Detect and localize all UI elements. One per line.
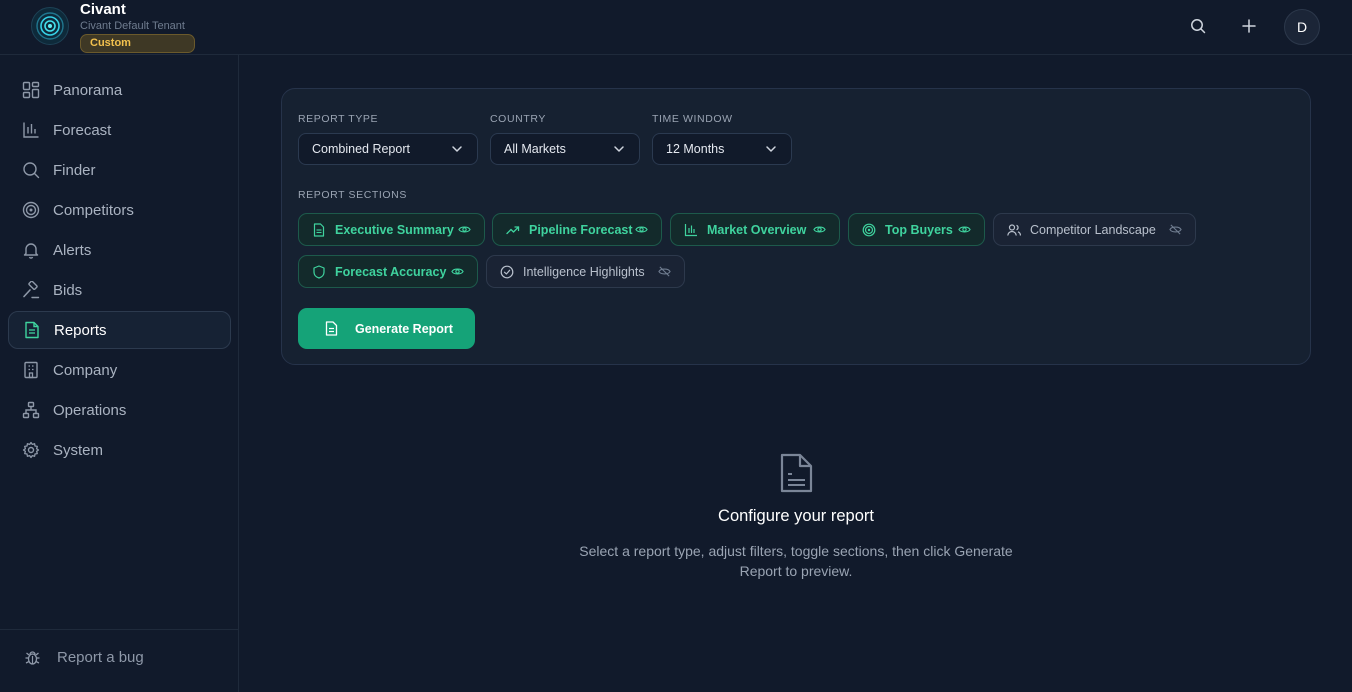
sidebar-item-label: Competitors bbox=[53, 201, 134, 219]
sidebar-item-company[interactable]: Company bbox=[8, 351, 231, 389]
section-label: Intelligence Highlights bbox=[523, 264, 645, 279]
section-toggle-top-buyers[interactable]: Top Buyers bbox=[848, 213, 985, 246]
sidebar-item-competitors[interactable]: Competitors bbox=[8, 191, 231, 229]
building-icon bbox=[24, 361, 38, 379]
sidebar-item-label: Finder bbox=[53, 161, 96, 179]
report-bug-button[interactable]: Report a bug bbox=[24, 649, 144, 666]
user-avatar[interactable]: D bbox=[1284, 9, 1320, 45]
section-label: Market Overview bbox=[707, 222, 807, 237]
sidebar-item-label: System bbox=[53, 441, 104, 459]
sidebar-item-label: Operations bbox=[53, 401, 127, 419]
logo[interactable] bbox=[31, 7, 69, 45]
trending-up-icon bbox=[506, 225, 520, 234]
brand-name: Civant bbox=[80, 1, 126, 18]
time-window-label: TIME WINDOW bbox=[652, 113, 733, 125]
sidebar: Panorama Forecast Finder Competitors Ale… bbox=[0, 55, 239, 692]
time-window-select[interactable]: 12 Months bbox=[652, 133, 792, 165]
chevron-down-icon bbox=[766, 146, 776, 152]
search-icon bbox=[1191, 19, 1206, 34]
sidebar-item-system[interactable]: System bbox=[8, 431, 231, 469]
eye-icon bbox=[813, 226, 826, 233]
sidebar-item-label: Bids bbox=[53, 281, 83, 299]
empty-state-description: Select a report type, adjust filters, to… bbox=[579, 543, 1013, 579]
check-circle-icon bbox=[500, 265, 514, 278]
empty-state-title: Configure your report bbox=[718, 507, 874, 525]
gear-icon bbox=[22, 441, 40, 459]
search-button[interactable] bbox=[1181, 9, 1215, 43]
shield-icon bbox=[313, 264, 325, 279]
search-icon bbox=[23, 162, 40, 179]
plan-badge: Custom bbox=[80, 34, 195, 53]
sidebar-item-label: Forecast bbox=[53, 121, 112, 139]
section-label: Competitor Landscape bbox=[1030, 222, 1156, 237]
eye-off-icon bbox=[1169, 224, 1182, 235]
section-label: Executive Summary bbox=[335, 222, 454, 237]
report-type-value: Combined Report bbox=[312, 142, 410, 156]
chevron-down-icon bbox=[614, 146, 624, 152]
country-select[interactable]: All Markets bbox=[490, 133, 640, 165]
sidebar-item-finder[interactable]: Finder bbox=[8, 151, 231, 189]
top-bar: Civant Civant Default Tenant Custom D bbox=[0, 0, 1352, 55]
section-label: Top Buyers bbox=[885, 222, 953, 237]
document-icon bbox=[780, 453, 813, 493]
target-icon bbox=[862, 223, 876, 236]
sidebar-item-reports[interactable]: Reports bbox=[8, 311, 231, 349]
sidebar-item-alerts[interactable]: Alerts bbox=[8, 231, 231, 269]
plus-icon bbox=[1242, 19, 1256, 33]
section-toggle-pipeline-forecast[interactable]: Pipeline Forecast bbox=[492, 213, 662, 246]
document-icon bbox=[313, 222, 325, 237]
bar-chart-icon bbox=[684, 223, 697, 236]
eye-icon bbox=[958, 226, 971, 233]
network-icon bbox=[22, 401, 40, 419]
gavel-icon bbox=[23, 281, 40, 299]
section-toggle-intelligence-highlights[interactable]: Intelligence Highlights bbox=[486, 255, 685, 288]
document-icon bbox=[325, 321, 338, 336]
add-button[interactable] bbox=[1232, 9, 1266, 43]
section-label: Forecast Accuracy bbox=[335, 264, 447, 279]
tenant-name[interactable]: Civant Default Tenant bbox=[80, 20, 185, 32]
country-value: All Markets bbox=[504, 142, 566, 156]
section-label: Pipeline Forecast bbox=[529, 222, 633, 237]
sidebar-item-label: Panorama bbox=[53, 81, 123, 99]
report-type-label: REPORT TYPE bbox=[298, 113, 379, 125]
report-config-card: REPORT TYPE Combined Report COUNTRY All … bbox=[281, 88, 1311, 365]
document-icon bbox=[25, 321, 39, 339]
report-type-select[interactable]: Combined Report bbox=[298, 133, 478, 165]
radar-logo-icon bbox=[36, 12, 64, 40]
sidebar-item-operations[interactable]: Operations bbox=[8, 391, 231, 429]
target-icon bbox=[22, 201, 40, 219]
bug-icon bbox=[25, 651, 40, 665]
generate-report-label: Generate Report bbox=[355, 321, 453, 336]
country-label: COUNTRY bbox=[490, 113, 546, 125]
bar-chart-icon bbox=[23, 122, 39, 138]
sidebar-item-panorama[interactable]: Panorama bbox=[8, 71, 231, 109]
dashboard-icon bbox=[22, 81, 40, 99]
eye-icon bbox=[451, 268, 464, 275]
sidebar-item-bids[interactable]: Bids bbox=[8, 271, 231, 309]
bell-icon bbox=[23, 243, 39, 259]
sidebar-item-label: Reports bbox=[54, 321, 107, 339]
section-toggle-market-overview[interactable]: Market Overview bbox=[670, 213, 840, 246]
section-toggle-executive-summary[interactable]: Executive Summary bbox=[298, 213, 485, 246]
chevron-down-icon bbox=[452, 146, 462, 152]
sidebar-item-label: Alerts bbox=[53, 241, 92, 259]
eye-icon bbox=[458, 226, 471, 233]
eye-icon bbox=[635, 226, 648, 233]
section-toggle-competitor-landscape[interactable]: Competitor Landscape bbox=[993, 213, 1196, 246]
section-toggle-forecast-accuracy[interactable]: Forecast Accuracy bbox=[298, 255, 478, 288]
sidebar-item-forecast[interactable]: Forecast bbox=[8, 111, 231, 149]
generate-report-button[interactable]: Generate Report bbox=[298, 308, 475, 349]
sidebar-item-label: Company bbox=[53, 361, 118, 379]
report-bug-label: Report a bug bbox=[57, 649, 144, 666]
sidebar-footer: Report a bug bbox=[0, 629, 239, 692]
report-sections-label: REPORT SECTIONS bbox=[298, 189, 407, 201]
eye-off-icon bbox=[658, 266, 671, 277]
time-window-value: 12 Months bbox=[666, 142, 725, 156]
users-icon bbox=[1007, 223, 1021, 236]
